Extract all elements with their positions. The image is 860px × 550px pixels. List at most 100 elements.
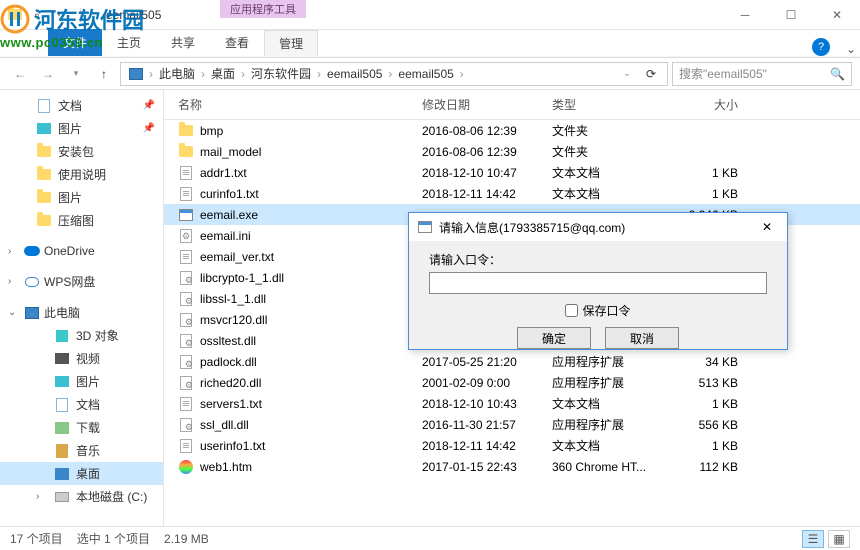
file-type: 360 Chrome HT...	[552, 460, 672, 474]
file-row[interactable]: ssl_dll.dll2016-11-30 21:57应用程序扩展556 KB	[164, 414, 860, 435]
sidebar-this-pc[interactable]: ⌄此电脑	[0, 301, 163, 324]
password-dialog: 请输入信息(1793385715@qq.com) ✕ 请输入口令： 保存口令 确…	[408, 212, 788, 350]
folder-icon	[178, 123, 194, 139]
file-type: 文本文档	[552, 164, 672, 181]
sidebar-item[interactable]: 图片📌	[0, 117, 163, 140]
qat-dropdown-icon[interactable]: ▾	[50, 6, 68, 24]
sidebar-item[interactable]: 压缩图	[0, 209, 163, 232]
tab-home[interactable]: 主页	[102, 29, 156, 56]
nav-recent-dropdown[interactable]: ▾	[64, 62, 88, 86]
col-size-header[interactable]: 大小	[672, 96, 752, 113]
txt-icon	[178, 438, 194, 454]
search-placeholder: 搜索"eemail505"	[679, 65, 767, 82]
file-date: 2016-08-06 12:39	[422, 145, 552, 159]
tab-file[interactable]: 文件	[48, 29, 102, 56]
sidebar-item[interactable]: 下载	[0, 416, 163, 439]
file-name: padlock.dll	[200, 355, 257, 369]
sidebar-item[interactable]: 音乐	[0, 439, 163, 462]
sidebar-item[interactable]: 3D 对象	[0, 324, 163, 347]
breadcrumb[interactable]: › 此电脑› 桌面› 河东软件园› eemail505› eemail505› …	[120, 62, 668, 86]
minimize-button[interactable]: ─	[722, 0, 768, 30]
file-name: mail_model	[200, 145, 261, 159]
file-size: 1 KB	[672, 439, 752, 453]
file-row[interactable]: mail_model 2016-08-06 12:39文件夹	[164, 141, 860, 162]
dll-icon	[178, 333, 194, 349]
search-icon[interactable]: 🔍	[830, 67, 845, 81]
qat-properties-icon[interactable]: ▫	[28, 6, 46, 24]
file-row[interactable]: web1.htm2017-01-15 22:43360 Chrome HT...…	[164, 456, 860, 477]
tab-view[interactable]: 查看	[210, 29, 264, 56]
maximize-button[interactable]: ☐	[768, 0, 814, 30]
col-date-header[interactable]: 修改日期	[422, 96, 552, 113]
dll-icon	[178, 417, 194, 433]
title-bar: ▫ ▾ │ eemail505 ─ ☐ ✕	[0, 0, 860, 30]
file-name: eemail.exe	[200, 208, 258, 222]
sidebar-item[interactable]: 视频	[0, 347, 163, 370]
file-type: 应用程序扩展	[552, 416, 672, 433]
nav-back-button[interactable]: ←	[8, 62, 32, 86]
dialog-ok-button[interactable]: 确定	[517, 327, 591, 349]
pic-icon	[54, 374, 70, 390]
file-name: bmp	[200, 124, 223, 138]
file-name: addr1.txt	[200, 166, 247, 180]
sidebar-item[interactable]: 文档📌	[0, 94, 163, 117]
dialog-close-button[interactable]: ✕	[755, 220, 779, 234]
refresh-button[interactable]: ⟳	[639, 62, 663, 86]
sidebar-item[interactable]: 文档	[0, 393, 163, 416]
breadcrumb-seg[interactable]: 桌面	[207, 65, 239, 82]
dialog-save-checkbox[interactable]	[565, 304, 578, 317]
doc-icon	[54, 397, 70, 413]
folder-icon	[36, 213, 52, 229]
status-bar: 17 个项目 选中 1 个项目 2.19 MB ☰ ▦	[0, 526, 860, 550]
dll-icon	[178, 312, 194, 328]
file-row[interactable]: curinfo1.txt2018-12-11 14:42文本文档1 KB	[164, 183, 860, 204]
file-name: eemail_ver.txt	[200, 250, 274, 264]
sidebar-wps[interactable]: ›WPS网盘	[0, 270, 163, 293]
breadcrumb-seg[interactable]: eemail505	[323, 67, 386, 81]
sidebar-item[interactable]: 安装包	[0, 140, 163, 163]
file-date: 2018-12-11 14:42	[422, 439, 552, 453]
file-row[interactable]: riched20.dll2001-02-09 0:00应用程序扩展513 KB	[164, 372, 860, 393]
file-type: 文本文档	[552, 395, 672, 412]
file-row[interactable]: servers1.txt2018-12-10 10:43文本文档1 KB	[164, 393, 860, 414]
dialog-cancel-button[interactable]: 取消	[605, 327, 679, 349]
file-name: web1.htm	[200, 460, 252, 474]
file-type: 文件夹	[552, 143, 672, 160]
view-icons-button[interactable]: ▦	[828, 530, 850, 548]
breadcrumb-pc-icon[interactable]	[125, 68, 147, 80]
ribbon-expand-icon[interactable]: ⌄	[842, 42, 860, 56]
file-row[interactable]: bmp2016-08-06 12:39文件夹	[164, 120, 860, 141]
sidebar-item[interactable]: 桌面	[0, 462, 163, 485]
search-input[interactable]: 搜索"eemail505" 🔍	[672, 62, 852, 86]
file-name: msvcr120.dll	[200, 313, 267, 327]
sidebar-onedrive[interactable]: ›OneDrive	[0, 240, 163, 262]
tab-share[interactable]: 共享	[156, 29, 210, 56]
tab-manage[interactable]: 管理	[264, 30, 318, 56]
col-type-header[interactable]: 类型	[552, 96, 672, 113]
view-details-button[interactable]: ☰	[802, 530, 824, 548]
address-bar: ← → ▾ ↑ › 此电脑› 桌面› 河东软件园› eemail505› eem…	[0, 58, 860, 90]
col-name-header[interactable]: 名称	[172, 96, 422, 113]
file-row[interactable]: userinfo1.txt2018-12-11 14:42文本文档1 KB	[164, 435, 860, 456]
window-title: eemail505	[96, 8, 722, 22]
address-dropdown-icon[interactable]: ⌄	[615, 62, 639, 86]
ribbon-context-label: 应用程序工具	[220, 0, 306, 18]
sidebar-item[interactable]: 图片	[0, 186, 163, 209]
drv-icon	[54, 489, 70, 505]
sidebar-item[interactable]: 使用说明	[0, 163, 163, 186]
dialog-password-input[interactable]	[429, 272, 767, 294]
exe-icon	[178, 207, 194, 223]
help-icon[interactable]: ?	[812, 38, 830, 56]
breadcrumb-seg[interactable]: 此电脑	[155, 65, 199, 82]
file-row[interactable]: addr1.txt2018-12-10 10:47文本文档1 KB	[164, 162, 860, 183]
dll-icon	[178, 291, 194, 307]
dialog-app-icon	[417, 219, 433, 235]
breadcrumb-seg[interactable]: 河东软件园	[247, 65, 315, 82]
breadcrumb-seg[interactable]: eemail505	[394, 67, 457, 81]
sidebar-item[interactable]: ›本地磁盘 (C:)	[0, 485, 163, 508]
sidebar-item[interactable]: 图片	[0, 370, 163, 393]
close-button[interactable]: ✕	[814, 0, 860, 30]
file-name: riched20.dll	[200, 376, 261, 390]
nav-up-button[interactable]: ↑	[92, 62, 116, 86]
file-date: 2016-08-06 12:39	[422, 124, 552, 138]
